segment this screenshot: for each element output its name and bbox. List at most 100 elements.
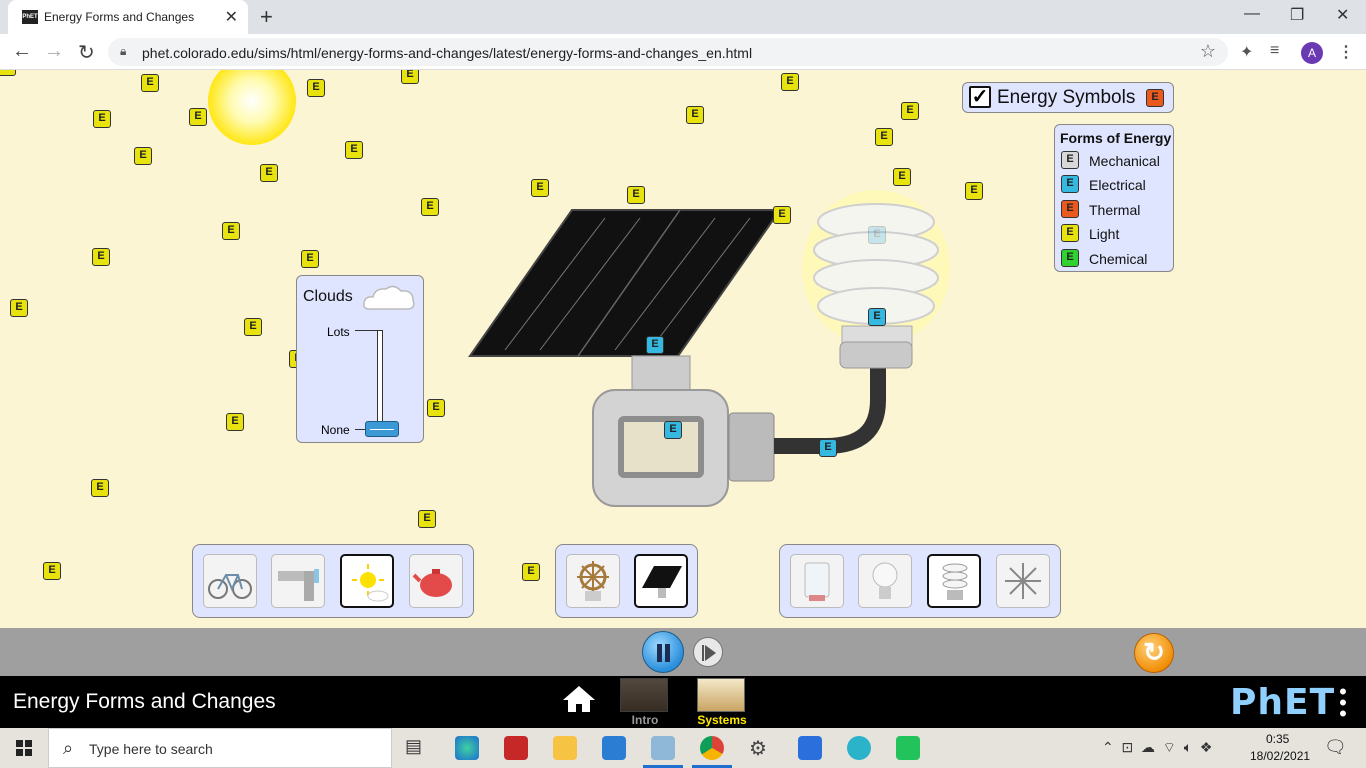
intro-thumbnail	[620, 678, 668, 712]
chrome-icon[interactable]	[700, 736, 724, 760]
media-queue-icon[interactable]: ≡	[1270, 42, 1279, 60]
screen-systems-button[interactable]: Systems	[697, 678, 747, 727]
new-tab-button[interactable]: +	[260, 4, 273, 30]
user-fan-button[interactable]	[996, 554, 1050, 608]
reset-all-button[interactable]: ↻	[1134, 633, 1174, 673]
clouds-control-panel: Clouds Lots None	[296, 275, 424, 443]
window-close-icon[interactable]: ✕	[1336, 5, 1349, 25]
light-energy-chip: E	[91, 479, 109, 497]
clock-date[interactable]: 18/02/2021	[1250, 749, 1310, 763]
reload-icon[interactable]: ↻	[78, 40, 95, 65]
forward-arrow-icon[interactable]: →	[44, 40, 64, 63]
teapot-icon	[412, 569, 452, 597]
browser-tab[interactable]: PhET Energy Forms and Changes ✕	[8, 0, 248, 34]
light-energy-chip: E	[141, 74, 159, 92]
user-water-beaker-button[interactable]	[790, 554, 844, 608]
browser-menu-icon[interactable]: ⋮	[1338, 42, 1354, 62]
legend-item-light: E Light	[1061, 224, 1171, 244]
converter-housing	[592, 389, 775, 507]
light-energy-chip: E	[244, 318, 262, 336]
pause-button[interactable]	[642, 631, 684, 673]
source-teapot-button[interactable]	[409, 554, 463, 608]
light-energy-chip: E	[222, 222, 240, 240]
browser-toolbar: ← → ↻ 🔒︎ phet.colorado.edu/sims/html/ene…	[0, 34, 1366, 70]
settings-gear-icon[interactable]: ⚙	[749, 736, 773, 760]
legend-item-thermal: E Thermal	[1061, 200, 1171, 220]
light-energy-chip: E	[418, 510, 436, 528]
user-incandescent-bulb-button[interactable]	[858, 554, 912, 608]
legend-item-chemical: E Chemical	[1061, 249, 1171, 269]
file-explorer-icon[interactable]	[553, 736, 577, 760]
browser-tab-bar: PhET Energy Forms and Changes ✕ + — ❐ ✕	[0, 0, 1366, 34]
tab-close-icon[interactable]: ✕	[225, 7, 238, 27]
light-energy-chip: E	[773, 206, 791, 224]
wire	[774, 362, 886, 454]
light-energy-chip: E	[134, 147, 152, 165]
source-sun-button[interactable]	[340, 554, 394, 608]
step-forward-button[interactable]	[693, 637, 723, 667]
light-energy-chip: E	[260, 164, 278, 182]
task-view-icon[interactable]: ▤	[405, 736, 429, 760]
light-energy-chip: E	[92, 248, 110, 266]
bicycle-icon	[208, 574, 252, 599]
light-energy-chip: E	[1061, 224, 1079, 242]
source-faucet-button[interactable]	[271, 554, 325, 608]
phet-menu-icon[interactable]: • • •	[1338, 681, 1348, 725]
source-bicycle-button[interactable]	[203, 554, 257, 608]
line-app-icon[interactable]	[896, 736, 920, 760]
time-control-bar: ↻	[0, 628, 1366, 676]
notifications-icon[interactable]: 🗨︎	[1324, 737, 1347, 758]
bookmark-star-icon[interactable]: ☆	[1200, 41, 1216, 62]
faucet-icon	[278, 569, 319, 601]
back-arrow-icon[interactable]: ←	[12, 40, 32, 63]
clouds-title: Clouds	[303, 288, 353, 305]
gift-app-icon[interactable]	[504, 736, 528, 760]
system-tray-icons[interactable]: ⌃ ⊡ ☁ ⌔ 🔈︎ ❖	[1102, 739, 1212, 757]
home-icon[interactable]	[562, 684, 596, 714]
light-energy-chip: E	[10, 299, 28, 317]
legend-label: Chemical	[1089, 251, 1148, 267]
converter-solar-panel-button[interactable]	[634, 554, 688, 608]
restore-icon[interactable]: ❐	[1290, 5, 1304, 25]
fluorescent-bulb	[802, 190, 950, 369]
clouds-slider-track[interactable]	[377, 330, 383, 430]
user-fluorescent-bulb-button[interactable]	[927, 554, 981, 608]
energy-symbols-toggle[interactable]: ✓ Energy Symbols E	[962, 82, 1174, 113]
windows-taskbar: ⌕ Type here to search ▤ ⚙ ⌃ ⊡ ☁ ⌔ 🔈︎ ❖ 0…	[0, 728, 1366, 768]
electrical-energy-chip: E	[646, 336, 664, 354]
search-placeholder: Type here to search	[89, 741, 213, 757]
converter-generator-button[interactable]	[566, 554, 620, 608]
address-bar[interactable]: 🔒︎ phet.colorado.edu/sims/html/energy-fo…	[108, 38, 1228, 66]
minimize-icon[interactable]: —	[1244, 5, 1260, 23]
legend-label: Mechanical	[1089, 153, 1160, 169]
clock-time[interactable]: 0:35	[1266, 732, 1289, 746]
electrical-energy-chip: E	[868, 226, 886, 244]
sim-title: Energy Forms and Changes	[13, 690, 276, 713]
sun-small-icon	[352, 564, 389, 602]
energy-converter-carousel	[555, 544, 698, 618]
search-icon: ⌕	[63, 738, 74, 758]
lock-icon: 🔒︎	[120, 44, 127, 58]
extensions-puzzle-icon[interactable]: ✦	[1240, 42, 1253, 62]
phet-logo[interactable]: PhET	[1230, 682, 1335, 723]
writer-app-icon[interactable]	[798, 736, 822, 760]
photos-app-icon[interactable]	[651, 736, 675, 760]
clouds-slider-thumb[interactable]	[365, 421, 399, 437]
windows-start-icon[interactable]	[16, 740, 32, 756]
phet-navigation-bar: Energy Forms and Changes Intro Systems P…	[0, 676, 1366, 728]
light-energy-chip: E	[627, 186, 645, 204]
url-text[interactable]: phet.colorado.edu/sims/html/energy-forms…	[142, 45, 752, 61]
profile-avatar[interactable]: A	[1301, 42, 1323, 64]
phet-favicon-icon: PhET	[22, 10, 38, 24]
light-energy-chip: E	[421, 198, 439, 216]
taskbar-search-box[interactable]: ⌕ Type here to search	[48, 728, 392, 768]
mail-icon[interactable]	[602, 736, 626, 760]
screen-intro-button[interactable]: Intro	[620, 678, 670, 727]
edge-browser-icon[interactable]	[455, 736, 479, 760]
legend-label: Electrical	[1089, 177, 1146, 193]
light-energy-chip: E	[345, 141, 363, 159]
screen-label: Intro	[631, 713, 659, 727]
energy-symbols-checkbox[interactable]: ✓	[969, 86, 991, 108]
incandescent-bulb-icon	[872, 562, 898, 599]
browser-c-icon[interactable]	[847, 736, 871, 760]
